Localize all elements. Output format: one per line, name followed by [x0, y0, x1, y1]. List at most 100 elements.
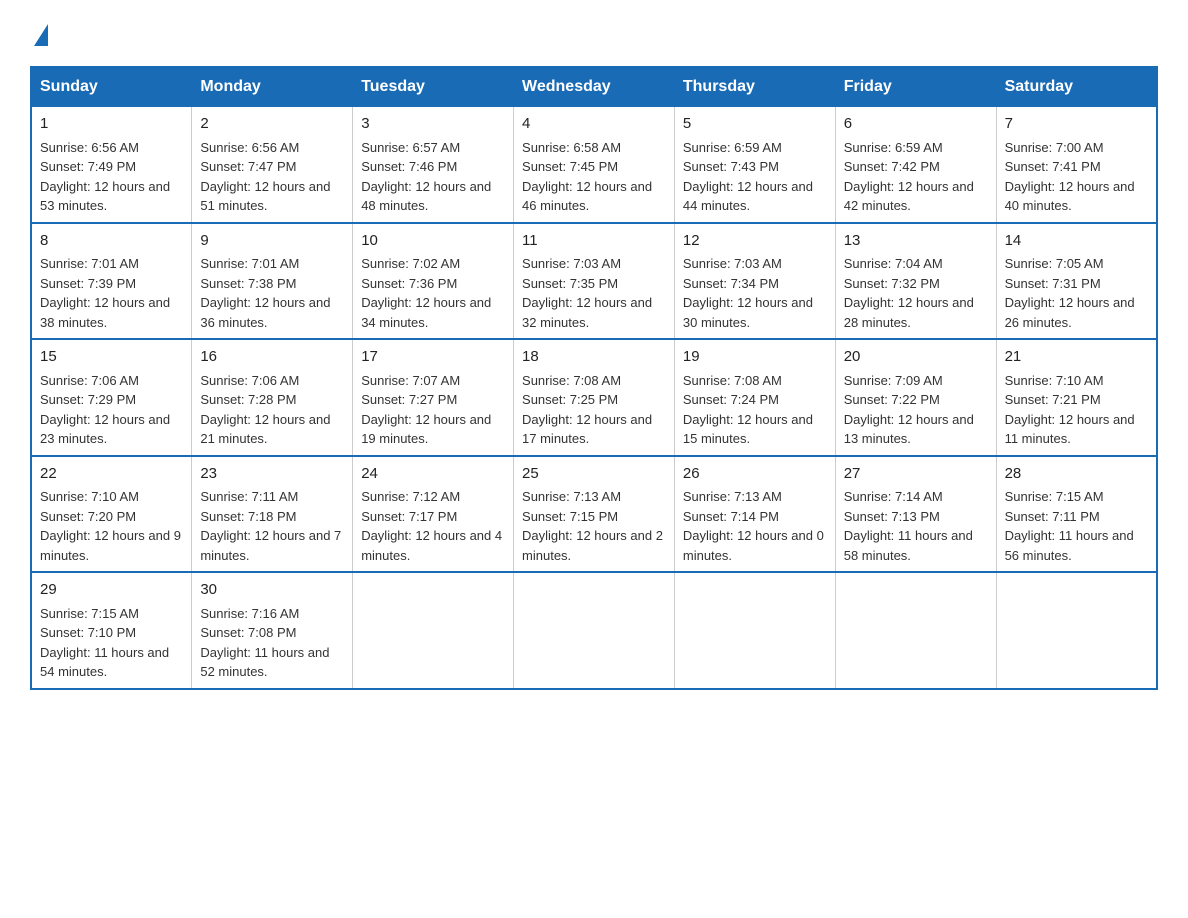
day-sunrise: Sunrise: 7:11 AM [200, 487, 344, 507]
day-sunset: Sunset: 7:13 PM [844, 507, 988, 527]
day-number: 3 [361, 113, 505, 136]
column-header-wednesday: Wednesday [514, 67, 675, 107]
calendar-cell [514, 572, 675, 689]
calendar-cell [835, 572, 996, 689]
day-sunset: Sunset: 7:20 PM [40, 507, 183, 527]
day-sunset: Sunset: 7:08 PM [200, 623, 344, 643]
day-daylight: Daylight: 12 hours and 42 minutes. [844, 177, 988, 216]
day-sunrise: Sunrise: 7:10 AM [1005, 371, 1148, 391]
day-sunrise: Sunrise: 7:08 AM [683, 371, 827, 391]
day-sunset: Sunset: 7:17 PM [361, 507, 505, 527]
day-number: 15 [40, 346, 183, 369]
calendar-cell: 8 Sunrise: 7:01 AM Sunset: 7:39 PM Dayli… [31, 223, 192, 340]
day-daylight: Daylight: 12 hours and 51 minutes. [200, 177, 344, 216]
day-number: 8 [40, 230, 183, 253]
calendar-cell: 13 Sunrise: 7:04 AM Sunset: 7:32 PM Dayl… [835, 223, 996, 340]
column-header-tuesday: Tuesday [353, 67, 514, 107]
day-number: 2 [200, 113, 344, 136]
day-sunrise: Sunrise: 7:01 AM [40, 254, 183, 274]
calendar-cell: 7 Sunrise: 7:00 AM Sunset: 7:41 PM Dayli… [996, 107, 1157, 223]
calendar-cell [353, 572, 514, 689]
day-daylight: Daylight: 12 hours and 4 minutes. [361, 526, 505, 565]
day-sunset: Sunset: 7:22 PM [844, 390, 988, 410]
calendar-cell: 11 Sunrise: 7:03 AM Sunset: 7:35 PM Dayl… [514, 223, 675, 340]
logo [30, 20, 50, 46]
calendar-cell: 12 Sunrise: 7:03 AM Sunset: 7:34 PM Dayl… [674, 223, 835, 340]
calendar-cell: 25 Sunrise: 7:13 AM Sunset: 7:15 PM Dayl… [514, 456, 675, 573]
calendar-cell: 4 Sunrise: 6:58 AM Sunset: 7:45 PM Dayli… [514, 107, 675, 223]
day-sunset: Sunset: 7:36 PM [361, 274, 505, 294]
day-sunrise: Sunrise: 6:57 AM [361, 138, 505, 158]
day-number: 26 [683, 463, 827, 486]
day-sunrise: Sunrise: 7:14 AM [844, 487, 988, 507]
day-daylight: Daylight: 12 hours and 36 minutes. [200, 293, 344, 332]
day-number: 11 [522, 230, 666, 253]
day-number: 10 [361, 230, 505, 253]
day-daylight: Daylight: 12 hours and 44 minutes. [683, 177, 827, 216]
day-daylight: Daylight: 12 hours and 30 minutes. [683, 293, 827, 332]
day-sunrise: Sunrise: 6:56 AM [200, 138, 344, 158]
calendar-week-row: 8 Sunrise: 7:01 AM Sunset: 7:39 PM Dayli… [31, 223, 1157, 340]
column-header-monday: Monday [192, 67, 353, 107]
day-daylight: Daylight: 12 hours and 15 minutes. [683, 410, 827, 449]
calendar-cell: 22 Sunrise: 7:10 AM Sunset: 7:20 PM Dayl… [31, 456, 192, 573]
day-sunset: Sunset: 7:28 PM [200, 390, 344, 410]
day-sunrise: Sunrise: 7:06 AM [40, 371, 183, 391]
day-sunrise: Sunrise: 6:59 AM [683, 138, 827, 158]
day-daylight: Daylight: 12 hours and 21 minutes. [200, 410, 344, 449]
day-sunset: Sunset: 7:18 PM [200, 507, 344, 527]
day-sunset: Sunset: 7:10 PM [40, 623, 183, 643]
day-daylight: Daylight: 12 hours and 9 minutes. [40, 526, 183, 565]
day-daylight: Daylight: 12 hours and 46 minutes. [522, 177, 666, 216]
day-sunrise: Sunrise: 7:15 AM [40, 604, 183, 624]
day-daylight: Daylight: 12 hours and 13 minutes. [844, 410, 988, 449]
day-sunset: Sunset: 7:45 PM [522, 157, 666, 177]
calendar-cell: 2 Sunrise: 6:56 AM Sunset: 7:47 PM Dayli… [192, 107, 353, 223]
day-number: 17 [361, 346, 505, 369]
day-sunrise: Sunrise: 7:08 AM [522, 371, 666, 391]
calendar-cell: 9 Sunrise: 7:01 AM Sunset: 7:38 PM Dayli… [192, 223, 353, 340]
day-sunrise: Sunrise: 7:15 AM [1005, 487, 1148, 507]
day-daylight: Daylight: 12 hours and 17 minutes. [522, 410, 666, 449]
calendar-cell: 28 Sunrise: 7:15 AM Sunset: 7:11 PM Dayl… [996, 456, 1157, 573]
day-sunset: Sunset: 7:29 PM [40, 390, 183, 410]
day-number: 19 [683, 346, 827, 369]
day-sunset: Sunset: 7:41 PM [1005, 157, 1148, 177]
day-sunrise: Sunrise: 7:07 AM [361, 371, 505, 391]
day-sunset: Sunset: 7:42 PM [844, 157, 988, 177]
day-number: 23 [200, 463, 344, 486]
calendar-header-row: SundayMondayTuesdayWednesdayThursdayFrid… [31, 67, 1157, 107]
day-sunset: Sunset: 7:47 PM [200, 157, 344, 177]
calendar-cell [674, 572, 835, 689]
day-daylight: Daylight: 12 hours and 7 minutes. [200, 526, 344, 565]
day-daylight: Daylight: 12 hours and 23 minutes. [40, 410, 183, 449]
day-sunset: Sunset: 7:32 PM [844, 274, 988, 294]
day-daylight: Daylight: 12 hours and 0 minutes. [683, 526, 827, 565]
day-sunset: Sunset: 7:27 PM [361, 390, 505, 410]
day-sunrise: Sunrise: 7:06 AM [200, 371, 344, 391]
day-number: 18 [522, 346, 666, 369]
day-sunset: Sunset: 7:46 PM [361, 157, 505, 177]
column-header-thursday: Thursday [674, 67, 835, 107]
calendar-week-row: 15 Sunrise: 7:06 AM Sunset: 7:29 PM Dayl… [31, 339, 1157, 456]
calendar-cell: 1 Sunrise: 6:56 AM Sunset: 7:49 PM Dayli… [31, 107, 192, 223]
day-sunset: Sunset: 7:39 PM [40, 274, 183, 294]
day-number: 25 [522, 463, 666, 486]
day-daylight: Daylight: 12 hours and 48 minutes. [361, 177, 505, 216]
calendar-cell: 21 Sunrise: 7:10 AM Sunset: 7:21 PM Dayl… [996, 339, 1157, 456]
day-sunset: Sunset: 7:49 PM [40, 157, 183, 177]
day-daylight: Daylight: 12 hours and 34 minutes. [361, 293, 505, 332]
calendar-cell: 15 Sunrise: 7:06 AM Sunset: 7:29 PM Dayl… [31, 339, 192, 456]
calendar-cell: 6 Sunrise: 6:59 AM Sunset: 7:42 PM Dayli… [835, 107, 996, 223]
day-sunrise: Sunrise: 7:16 AM [200, 604, 344, 624]
day-number: 30 [200, 579, 344, 602]
day-sunrise: Sunrise: 7:10 AM [40, 487, 183, 507]
day-daylight: Daylight: 12 hours and 11 minutes. [1005, 410, 1148, 449]
calendar-cell: 23 Sunrise: 7:11 AM Sunset: 7:18 PM Dayl… [192, 456, 353, 573]
day-daylight: Daylight: 12 hours and 28 minutes. [844, 293, 988, 332]
calendar-week-row: 1 Sunrise: 6:56 AM Sunset: 7:49 PM Dayli… [31, 107, 1157, 223]
day-sunrise: Sunrise: 7:04 AM [844, 254, 988, 274]
column-header-sunday: Sunday [31, 67, 192, 107]
day-sunset: Sunset: 7:21 PM [1005, 390, 1148, 410]
day-number: 1 [40, 113, 183, 136]
